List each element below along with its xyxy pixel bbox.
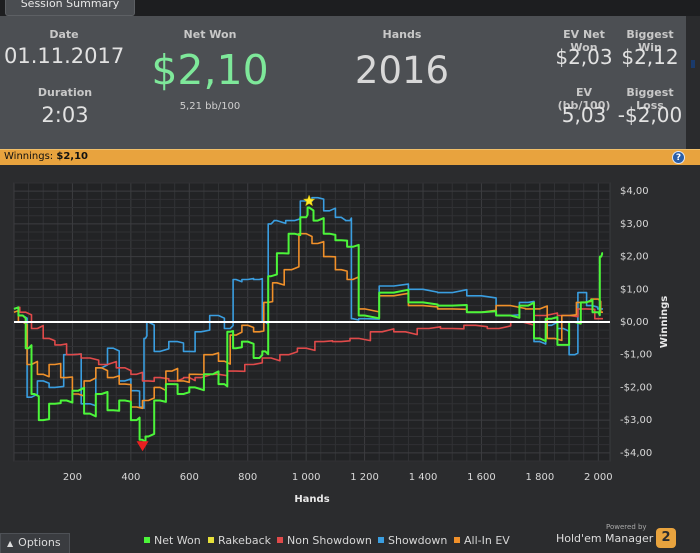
y-tick-label: $0,00 [620, 317, 649, 328]
duration-label: Duration [37, 86, 93, 99]
winnings-text: Winnings: $2,10 [4, 151, 88, 162]
legend-label: Net Won [154, 534, 201, 547]
x-tick-label: 400 [121, 472, 140, 483]
biggest-win-value: $2,12 [621, 45, 679, 69]
y-tick-label: -$1,00 [620, 350, 652, 361]
x-tick-label: 600 [180, 472, 199, 483]
legend-label: Rakeback [218, 534, 272, 547]
date-value: 01.11.2017 [4, 44, 125, 68]
date-label: Date [49, 28, 79, 41]
footer: ▲ Options Net Won Rakeback Non Showdown Show… [0, 523, 700, 553]
ev-net-won-value: $2,03 [555, 45, 613, 69]
y-tick-label: $2,00 [620, 252, 649, 263]
x-tick-label: 800 [238, 472, 257, 483]
help-icon[interactable]: ? [672, 151, 685, 164]
winnings-chart-area: 200 400 600 800 1 000 1 200 1 400 1 600 1 800 2 0… [0, 165, 700, 527]
x-tick-label: 1 600 [467, 472, 496, 483]
winnings-bar: Winnings: $2,10 ? [0, 149, 700, 165]
legend-swatch [378, 537, 384, 543]
winnings-label: Winnings: [4, 151, 54, 162]
ev-bb-value: 5,03 [561, 103, 607, 127]
chevron-up-icon: ▲ [7, 539, 14, 548]
x-tick-label: 1 400 [409, 472, 438, 483]
legend-item[interactable]: Rakeback [208, 534, 271, 547]
x-axis-label: Hands [294, 494, 329, 505]
legend-swatch [208, 537, 214, 543]
hands-label: Hands [382, 28, 422, 41]
powered-by-text: Powered by [606, 523, 647, 531]
legend-swatch [454, 537, 460, 543]
legend-item[interactable]: Showdown [378, 534, 447, 547]
top-bar: Session Summary [0, 0, 700, 16]
tab-session-summary[interactable]: Session Summary [5, 0, 135, 16]
brand-name: Hold'em Manager [556, 532, 654, 545]
legend-swatch [277, 537, 283, 543]
y-tick-label: -$4,00 [620, 448, 652, 459]
y-tick-label: $1,00 [620, 284, 649, 295]
legend-label: All-In EV [464, 534, 510, 547]
x-tick-label: 1 800 [526, 472, 555, 483]
net-won-label: Net Won [183, 28, 237, 41]
y-tick-label: $4,00 [620, 186, 649, 197]
side-scroll-strip [686, 16, 700, 149]
winnings-value: $2,10 [56, 151, 88, 162]
winnings-chart: 200 400 600 800 1 000 1 200 1 400 1 600 1 800 2 0… [13, 182, 670, 505]
legend-item[interactable]: Net Won [144, 534, 201, 547]
y-tick-label: $3,00 [620, 219, 649, 230]
options-button[interactable]: ▲ Options [0, 533, 70, 553]
hands-value: 2016 [354, 49, 450, 92]
legend-label: Non Showdown [287, 534, 372, 547]
x-tick-label: 1 200 [350, 472, 379, 483]
duration-value: 2:03 [41, 103, 89, 127]
bb-per-100-value: 5,21 bb/100 [179, 101, 241, 112]
legend-label: Showdown [388, 534, 448, 547]
y-tick-label: -$3,00 [620, 415, 652, 426]
net-won-value: $2,10 [151, 46, 269, 94]
hm2-logo-icon: 2 [656, 528, 676, 548]
legend-item[interactable]: Non Showdown [277, 534, 372, 547]
legend-swatch [144, 537, 150, 543]
x-tick-label: 2 000 [584, 472, 613, 483]
y-tick-label: -$2,00 [620, 382, 652, 393]
biggest-loss-value: -$2,00 [617, 103, 683, 127]
x-tick-label: 1 000 [292, 472, 321, 483]
options-label: Options [18, 536, 61, 549]
legend-item[interactable]: All-In EV [454, 534, 510, 547]
session-summary-panel: Date 01.11.2017 Duration 2:03 Net Won $2… [0, 16, 686, 149]
y-axis-label: Winnings [659, 296, 670, 348]
x-tick-label: 200 [63, 472, 82, 483]
